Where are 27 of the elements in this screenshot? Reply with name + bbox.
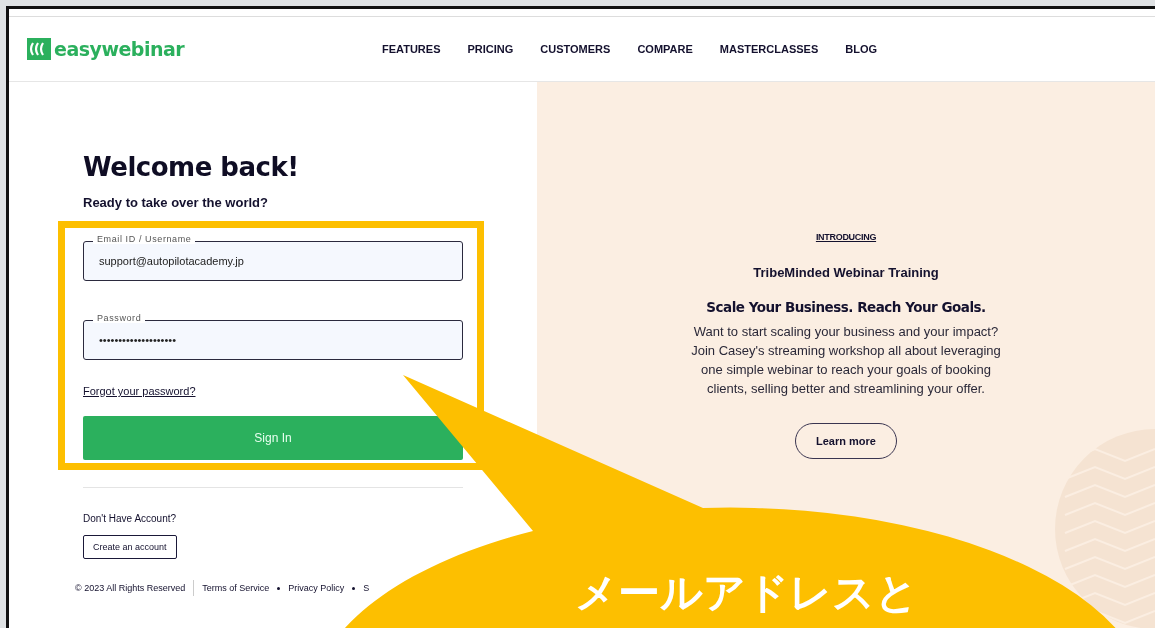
email-field[interactable]: support@autopilotacademy.jp — [83, 241, 463, 281]
logo-icon — [27, 38, 51, 60]
footer-link[interactable]: Terms of Service — [202, 583, 270, 593]
bullet-separator — [352, 586, 356, 590]
field-label: Password — [93, 313, 146, 323]
promo-headline: Scale Your Business. Reach Your Goals. — [706, 299, 986, 315]
field-label: Email ID / Username — [93, 234, 196, 244]
nav-link[interactable]: MASTERCLASSES — [719, 43, 819, 55]
nav-link[interactable]: COMPARE — [637, 43, 693, 55]
nav-link[interactable]: FEATURES — [382, 43, 441, 55]
nav-link[interactable]: PRICING — [467, 43, 514, 55]
create-account-button[interactable]: Create an account — [83, 535, 177, 559]
no-account-text: Don't Have Account? — [83, 513, 177, 524]
bullet-separator — [277, 586, 281, 590]
footer-link[interactable]: S — [363, 583, 370, 593]
footer-link[interactable]: Privacy Policy — [288, 583, 345, 593]
subtitle: Ready to take over the world? — [83, 195, 268, 210]
promo-description: Want to start scaling your business and your impact? Join Casey's streaming workshop all about leveraging one simple webinar to reach your goals of booking clients, selling better and streamlining your offer. — [690, 323, 1002, 398]
password-field[interactable]: •••••••••••••••••••• — [83, 320, 463, 360]
introducing-link[interactable]: INTRODUCING — [815, 232, 877, 242]
forgot-password-link[interactable]: Forgot your password? — [83, 385, 196, 397]
callout-text: メールアドレスと — [575, 567, 918, 619]
nav-link[interactable]: CUSTOMERS — [540, 43, 611, 55]
page-title: Welcome back! — [83, 152, 299, 182]
nav-link[interactable]: BLOG — [845, 43, 877, 55]
promo-name: TribeMinded Webinar Training — [753, 265, 939, 280]
copyright-text: © 2023 All Rights Reserved — [75, 580, 195, 596]
